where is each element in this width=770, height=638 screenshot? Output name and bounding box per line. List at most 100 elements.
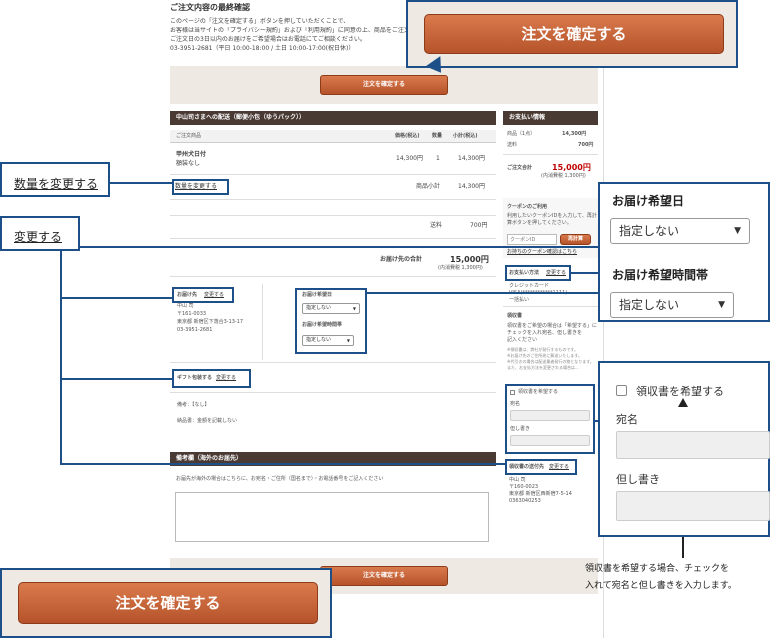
callout-change: 変更する (0, 216, 80, 251)
address-label: お届け先 (177, 292, 198, 298)
receipt-dest-label: 領収書の送付先 (509, 464, 545, 470)
remarks-text: お届先が海外の場合はこちらに、お宛名・ご住所（国名まで）・お電話番号をご記入くだ… (176, 476, 384, 482)
address-street: 東京都 新宿区下落合3-13-17 (177, 319, 244, 325)
divider (503, 306, 598, 307)
callout-receipt: 領収書を希望する 宛名 但し書き (598, 361, 770, 537)
atena-input[interactable] (616, 431, 770, 459)
dest-name: 中山 司 (509, 477, 526, 483)
shipping-value: 700円 (470, 222, 488, 229)
intro-line-2: お客様は当サイトの「プライバシー規約」および「利用規約」に同意の上、商品をご注文… (170, 27, 410, 34)
coupon-input[interactable] (507, 234, 557, 245)
receipt-desc-2: チェックを入れ宛名、但し書きを (507, 330, 583, 336)
receipt-small-3: ※代引きの場合は配送業者発行の物となります。 (507, 359, 594, 364)
payment-total-value: 15,000円 (552, 163, 591, 172)
chevron-down-icon: ▼ (346, 338, 350, 343)
tadashi-input[interactable] (616, 491, 770, 521)
payment-method-change-link[interactable]: 変更する (546, 270, 566, 277)
payment-header: お支払い情報 (503, 111, 598, 125)
callout-change-text: 変更する (14, 230, 63, 244)
receipt-checkbox-small[interactable] (510, 390, 515, 395)
callout-qty-text: 数量を変更する (14, 177, 99, 191)
callout-qty: 数量を変更する (0, 162, 110, 197)
dest-tel: 0363040253 (509, 498, 541, 504)
receipt-desc-1: 領収書をご希望の場合は「希望する」に (507, 323, 598, 329)
address-name: 中山 司 (177, 303, 194, 309)
delivery-date-select[interactable]: 指定しない ▼ (610, 218, 750, 244)
receipt-small-4: また、お支払方法を変更される場合は... (507, 365, 579, 370)
invoice-line: 納品書：金額を記載しない (177, 418, 238, 424)
item-table-header (170, 130, 496, 143)
receipt-title: 領収書 (507, 313, 523, 319)
delivery-header: 中山司さまへの配送（郵便小包（ゆうパック）） (170, 111, 496, 125)
recalc-button[interactable]: 再計算 (560, 234, 591, 245)
payment-shipping-value: 700円 (578, 142, 594, 148)
receipt-small-2: ※お届け先のご住所宛に郵送いたします。 (507, 353, 582, 358)
atena-label: 宛名 (616, 413, 638, 426)
vertical-divider (262, 284, 263, 360)
date-select-small[interactable]: 指定しない ▼ (302, 303, 360, 314)
gift-label: ギフト包装する (177, 375, 213, 381)
address-tel: 03-3951-2681 (177, 327, 213, 333)
gift-change-link[interactable]: 変更する (216, 375, 236, 382)
delivery-time-select[interactable]: 指定しない ▼ (610, 292, 734, 318)
col-qty: 数量 (432, 133, 443, 139)
intro-line-1: このページの「注文を確定する」ボタンを押していただくことで、 (170, 18, 350, 25)
item-name: 甲州犬日付 (176, 151, 207, 158)
item-qty: 1 (436, 155, 440, 162)
coupon-title: クーポンのご利用 (507, 204, 548, 210)
receipt-note-1: 領収書を希望する場合、チェックを (585, 564, 730, 574)
remarks-textarea[interactable] (175, 492, 489, 542)
receipt-dest-change-link[interactable]: 変更する (549, 464, 569, 471)
intro-line-4: 03-3951-2681（平日 10:00-18:00 / 土日 10:00-1… (170, 45, 355, 52)
confirm-order-button-zoom-bottom[interactable]: 注文を確定する (18, 582, 318, 624)
atena-small: 宛名 (510, 401, 521, 407)
intro-line-3: ご注文日の3日以内のお届けをご希望場合はお電話にてご相談ください。 (170, 36, 366, 43)
connector-line (80, 246, 600, 248)
address-change-link[interactable]: 変更する (204, 292, 224, 299)
callout-confirm-bottom: 注文を確定する (0, 568, 332, 638)
divider (170, 215, 496, 216)
dest-street: 東京都 新宿区西新宿7-5-14 (509, 491, 572, 497)
confirm-order-button-bottom[interactable]: 注文を確定する (320, 566, 448, 586)
payment-method-label: お支払い方法 (509, 270, 540, 276)
delivery-total-value: 15,000円 (450, 255, 489, 264)
time-label: お届け希望時間帯 (302, 322, 343, 328)
time-select-small[interactable]: 指定しない ▼ (302, 335, 354, 346)
tadashi-small: 但し書き (510, 426, 531, 432)
receipt-desc-3: 記入ください (507, 337, 538, 343)
connector-line (60, 463, 506, 465)
connector-line (60, 378, 173, 380)
coupon-list-link[interactable]: お持ちのクーポン確認はこちら (507, 249, 577, 256)
goods-subtotal-label: 商品小計 (416, 183, 441, 190)
receipt-checkbox[interactable] (616, 385, 627, 396)
delivery-total-tax: (内消費税 1,300円) (438, 265, 483, 271)
item-option: 額装なし (176, 160, 201, 167)
callout-delivery-date: お届け希望日 指定しない ▼ お届け希望時間帯 指定しない ▼ (598, 182, 770, 322)
card-line-3: 一括払い (509, 297, 530, 303)
date-select-value: 指定しない (306, 305, 332, 311)
shipping-label: 送料 (430, 222, 443, 229)
receipt-small-1: ※領収書は、弊社が発行するものです。 (507, 347, 578, 352)
payment-total-tax: (内消費税 1,300円) (541, 173, 586, 179)
callout-confirm-top: 注文を確定する (406, 0, 738, 68)
time-select-value: 指定しない (306, 337, 332, 343)
coupon-desc-1: 利用したいクーポンIDを入力して、再計 (507, 213, 597, 219)
chevron-down-icon: ▼ (352, 306, 356, 311)
tadashi-input-small[interactable] (510, 435, 590, 446)
payment-total-label: ご注文合計 (507, 165, 533, 171)
delivery-total-label: お届け先の合計 (380, 256, 423, 263)
chevron-down-icon: ▼ (718, 300, 725, 310)
goods-subtotal-value: 14,300円 (458, 183, 485, 190)
connector-line (60, 246, 62, 464)
page-title: ご注文内容の最終確認 (170, 3, 250, 12)
confirm-order-button-zoom-top[interactable]: 注文を確定する (424, 14, 724, 54)
change-qty-link[interactable]: 数量を変更する (175, 183, 217, 191)
card-line-1: クレジットカード (509, 283, 550, 289)
receipt-want-small: 領収書を希望する (518, 389, 559, 395)
callout-date-label: お届け希望日 (612, 194, 685, 208)
pointer-arrow-up-icon (678, 398, 688, 407)
atena-input-small[interactable] (510, 410, 590, 421)
confirm-order-button-top[interactable]: 注文を確定する (320, 75, 448, 95)
memo-line: 備考：【なし】 (177, 402, 210, 408)
payment-goods-label: 商品（1点） (507, 131, 536, 137)
